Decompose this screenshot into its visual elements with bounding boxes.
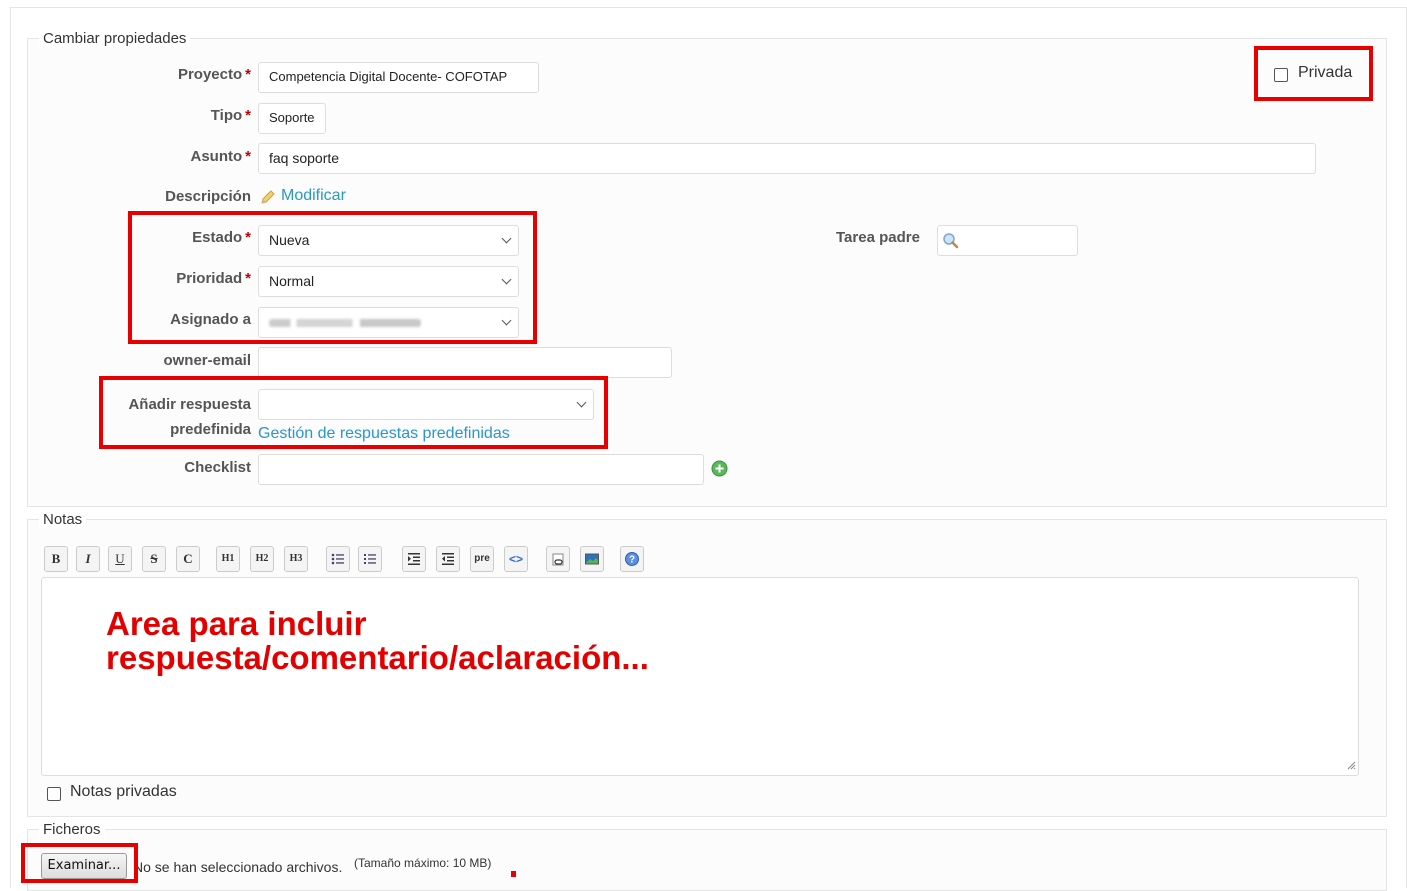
add-checklist-icon[interactable] xyxy=(711,460,728,480)
highlight-privada xyxy=(1254,46,1373,101)
notes-annotation: Area para incluir respuesta/comentario/a… xyxy=(106,605,649,676)
code-button[interactable]: C xyxy=(176,546,200,572)
help-button[interactable]: ? xyxy=(620,546,644,572)
checklist-input[interactable] xyxy=(258,454,704,485)
image-icon xyxy=(585,553,599,565)
numbered-list-icon xyxy=(364,554,376,564)
no-file-text: No se han seleccionado archivos. xyxy=(133,859,343,875)
h2-button[interactable]: H2 xyxy=(250,546,274,572)
link-button[interactable] xyxy=(546,546,570,572)
asunto-label: Asunto * xyxy=(190,148,251,165)
checklist-label: Checklist xyxy=(184,459,251,476)
descripcion-label: Descripción xyxy=(165,188,251,205)
italic-button[interactable]: I xyxy=(76,546,100,572)
image-button[interactable] xyxy=(580,546,604,572)
highlight-respuesta-group xyxy=(99,376,608,449)
red-marker xyxy=(511,871,516,877)
code-block-button[interactable]: <> xyxy=(504,546,528,572)
private-notes-label: Notas privadas xyxy=(70,783,177,800)
preformatted-button[interactable]: pre xyxy=(470,546,494,572)
proyecto-select[interactable]: Competencia Digital Docente- COFOTAP xyxy=(258,62,539,93)
highlight-estado-group xyxy=(128,211,537,344)
pencil-icon[interactable] xyxy=(260,189,276,205)
proyecto-label: Proyecto * xyxy=(177,66,251,83)
svg-text:?: ? xyxy=(629,555,635,566)
h1-button[interactable]: H1 xyxy=(216,546,240,572)
properties-legend: Cambiar propiedades xyxy=(39,30,191,47)
h3-button[interactable]: H3 xyxy=(284,546,308,572)
tarea-padre-input[interactable] xyxy=(937,225,1078,256)
highlight-browse xyxy=(21,843,138,883)
unordered-list-button[interactable] xyxy=(326,546,350,572)
files-legend: Ficheros xyxy=(39,821,105,838)
indent-icon xyxy=(408,553,420,565)
underline-button[interactable]: U xyxy=(108,546,132,572)
bullet-list-icon xyxy=(331,553,344,565)
private-notes-checkbox[interactable] xyxy=(47,787,61,801)
strikethrough-button[interactable]: S xyxy=(142,546,166,572)
asunto-input[interactable]: faq soporte xyxy=(258,143,1316,174)
tarea-padre-label: Tarea padre xyxy=(836,229,920,246)
tipo-label: Tipo * xyxy=(210,107,251,124)
magnifier-icon xyxy=(942,231,960,255)
link-icon xyxy=(552,553,564,566)
bold-button[interactable]: B xyxy=(44,546,68,572)
resize-handle-icon[interactable] xyxy=(1346,757,1356,773)
ordered-list-button[interactable] xyxy=(358,546,382,572)
outdent-icon xyxy=(442,553,454,565)
max-size-text: (Tamaño máximo: 10 MB) xyxy=(354,856,492,870)
tipo-select[interactable]: Soporte xyxy=(258,103,326,134)
owner-email-input[interactable] xyxy=(258,347,672,378)
owner-email-label: owner-email xyxy=(163,352,251,369)
outdent-button[interactable] xyxy=(436,546,460,572)
modificar-link[interactable]: Modificar xyxy=(281,187,346,205)
indent-button[interactable] xyxy=(402,546,426,572)
notes-legend: Notas xyxy=(39,511,87,528)
help-icon: ? xyxy=(625,552,639,566)
